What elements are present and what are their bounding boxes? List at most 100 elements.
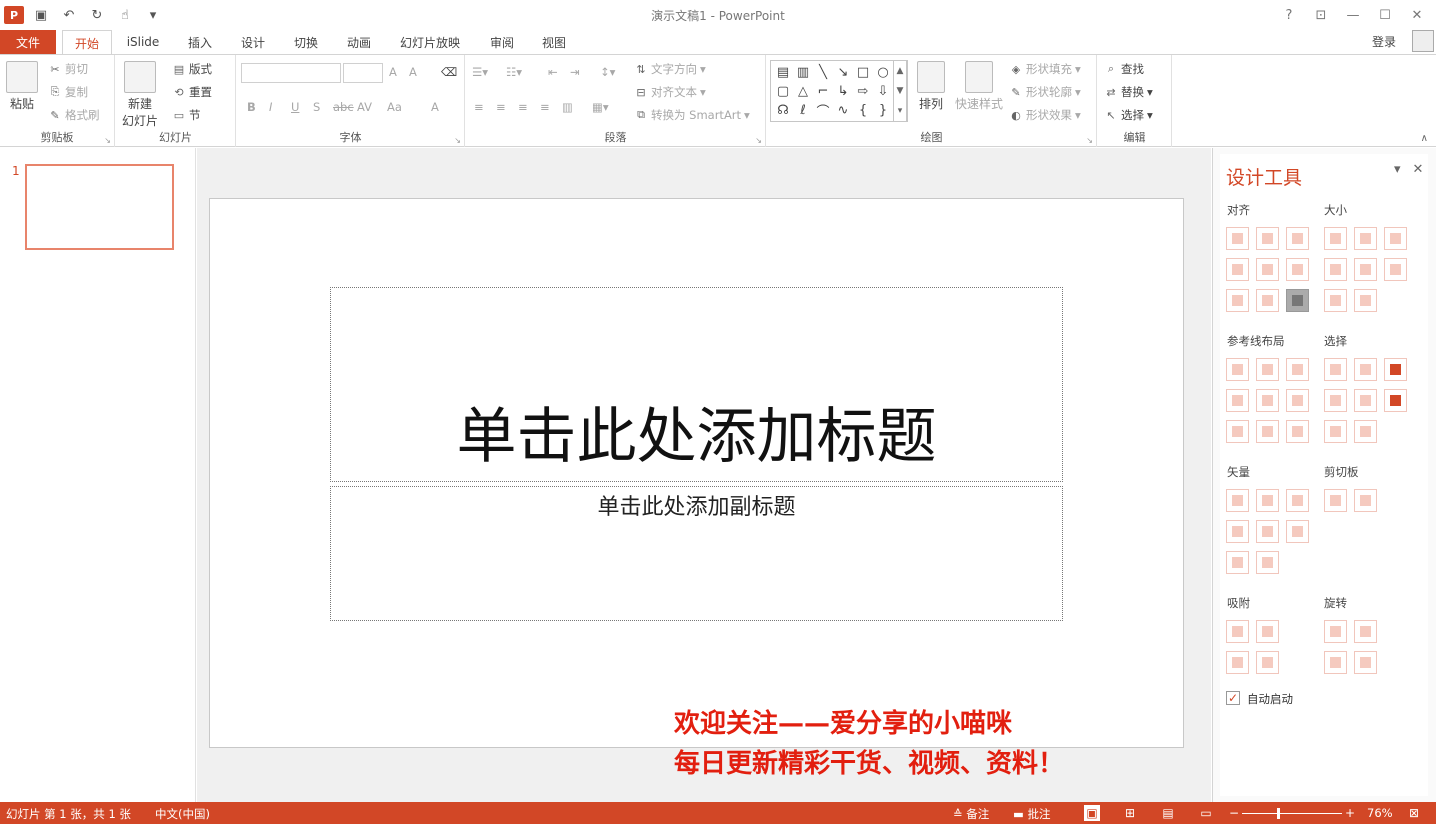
shape-fill-button[interactable]: ◈ 形状填充 ▾	[1009, 61, 1081, 77]
guide-right-tool[interactable]	[1286, 358, 1309, 381]
normal-view-icon[interactable]: ▣	[1084, 805, 1100, 821]
underline-button[interactable]: U	[291, 100, 299, 114]
copy-tool-icon[interactable]	[1324, 489, 1347, 512]
line-spacing-icon[interactable]: ↕▾	[600, 65, 615, 79]
section-button[interactable]: ▭ 节	[172, 107, 201, 123]
paste-tool-icon[interactable]	[1354, 489, 1377, 512]
close-icon[interactable]: ✕	[1404, 4, 1430, 26]
right-arrow-icon[interactable]: ⇨	[853, 82, 873, 101]
rectangle-shape-icon[interactable]: □	[853, 63, 873, 82]
oval-shape-icon[interactable]: ○	[873, 63, 893, 82]
size-tool-6[interactable]	[1384, 258, 1407, 281]
bullets-icon[interactable]: ☰▾	[472, 65, 488, 79]
auto-start-checkbox[interactable]: ✓	[1226, 691, 1240, 705]
guide-tool-7[interactable]	[1226, 420, 1249, 443]
dialog-launcher-icon[interactable]: ↘	[104, 136, 111, 145]
zoom-level[interactable]: 76%	[1367, 806, 1393, 820]
size-tool-5[interactable]	[1354, 258, 1377, 281]
select-cursor-icon[interactable]	[1384, 389, 1407, 412]
tab-review[interactable]: 审阅	[478, 30, 526, 54]
size-tool-7[interactable]	[1324, 289, 1347, 312]
replace-button[interactable]: ⇄ 替换 ▾	[1104, 84, 1152, 100]
vector-subtract-tool[interactable]	[1256, 520, 1279, 543]
slide-sorter-icon[interactable]: ⊞	[1122, 805, 1138, 821]
title-placeholder[interactable]: 单击此处添加标题	[330, 287, 1063, 482]
align-top-tool[interactable]	[1226, 258, 1249, 281]
copy-button[interactable]: ⎘ 复制	[48, 84, 88, 100]
align-options-tool[interactable]	[1286, 289, 1309, 312]
reset-button[interactable]: ⟲ 重置	[172, 84, 212, 100]
same-width-tool[interactable]	[1324, 227, 1347, 250]
tab-islide[interactable]: iSlide	[118, 30, 168, 54]
guide-middle-tool[interactable]	[1256, 389, 1279, 412]
minimize-icon[interactable]: —	[1340, 4, 1366, 26]
same-height-tool[interactable]	[1354, 227, 1377, 250]
brace-left-icon[interactable]: {	[853, 101, 873, 120]
gallery-scroll-icon[interactable]: ▲ ▼ ▾	[893, 60, 907, 122]
align-right-tool[interactable]	[1286, 227, 1309, 250]
align-bottom-tool[interactable]	[1286, 258, 1309, 281]
align-left-icon[interactable]: ≡	[474, 100, 484, 114]
font-size-dropdown[interactable]	[343, 63, 383, 83]
subtitle-placeholder[interactable]: 单击此处添加副标题	[330, 486, 1063, 621]
guide-tool-9[interactable]	[1286, 420, 1309, 443]
vector-intersect-tool[interactable]	[1226, 520, 1249, 543]
format-painter-button[interactable]: ✎ 格式刷	[48, 107, 99, 123]
pane-close-icon[interactable]: ✕	[1413, 162, 1424, 177]
vector-union-tool[interactable]	[1226, 489, 1249, 512]
shapes-gallery[interactable]: ▤ ▥ ╲ ↘ □ ○ ▢ △ ⌐ ↳ ⇨ ⇩ ☊ ℓ ⌒ ∿{}	[770, 60, 908, 122]
align-text-button[interactable]: ⊟ 对齐文本 ▾	[634, 84, 705, 100]
notes-button[interactable]: ≙ 备注	[953, 806, 989, 822]
char-spacing-button[interactable]: AV	[357, 100, 372, 114]
rounded-rect-icon[interactable]: ▢	[773, 82, 793, 101]
tab-insert[interactable]: 插入	[176, 30, 224, 54]
paste-button[interactable]: 粘贴	[6, 61, 38, 112]
select-tool-7[interactable]	[1324, 420, 1347, 443]
align-right-icon[interactable]: ≡	[518, 100, 528, 114]
help-icon[interactable]: ?	[1276, 4, 1302, 26]
dialog-launcher-icon[interactable]: ↘	[454, 136, 461, 145]
snap-tool-1[interactable]	[1226, 620, 1249, 643]
language-indicator[interactable]: 中文(中国)	[155, 806, 210, 822]
smartart-button[interactable]: ⧉ 转换为 SmartArt ▾	[634, 107, 750, 123]
bold-button[interactable]: B	[247, 100, 256, 114]
rotate-tool-4[interactable]	[1354, 651, 1377, 674]
change-case-button[interactable]: Aa	[387, 100, 402, 114]
same-size-tool[interactable]	[1384, 227, 1407, 250]
arc-icon[interactable]: ⌒	[813, 101, 833, 120]
pane-options-icon[interactable]: ▾	[1394, 162, 1401, 177]
arrange-button[interactable]: 排列	[917, 61, 945, 112]
guide-bottom-tool[interactable]	[1286, 389, 1309, 412]
avatar[interactable]	[1412, 30, 1434, 52]
distribute-vertical-tool[interactable]	[1256, 289, 1279, 312]
grow-font-button[interactable]: A	[389, 65, 397, 79]
zoom-slider-thumb[interactable]	[1277, 808, 1280, 819]
distribute-horizontal-tool[interactable]	[1226, 289, 1249, 312]
triangle-shape-icon[interactable]: △	[793, 82, 813, 101]
snap-tool-2[interactable]	[1256, 620, 1279, 643]
font-name-dropdown[interactable]	[241, 63, 341, 83]
columns-icon[interactable]: ▦▾	[592, 100, 609, 114]
snap-tool-3[interactable]	[1226, 651, 1249, 674]
layout-button[interactable]: ▤ 版式	[172, 61, 212, 77]
increase-indent-icon[interactable]: ⇥	[570, 65, 580, 79]
down-arrow-icon[interactable]: ⇩	[873, 82, 893, 101]
guide-tool-8[interactable]	[1256, 420, 1279, 443]
vector-combine-tool[interactable]	[1256, 489, 1279, 512]
tab-transitions[interactable]: 切换	[282, 30, 330, 54]
text-tool-icon[interactable]	[1226, 551, 1249, 574]
select-tool-5[interactable]	[1354, 389, 1377, 412]
line-shape-icon[interactable]: ╲	[813, 63, 833, 82]
zoom-out-icon[interactable]: −	[1226, 805, 1242, 821]
italic-button[interactable]: I	[269, 100, 272, 114]
size-tool-8[interactable]	[1354, 289, 1377, 312]
tab-animations[interactable]: 动画	[335, 30, 383, 54]
tab-view[interactable]: 视图	[530, 30, 578, 54]
scribble-icon[interactable]: ℓ	[793, 101, 813, 120]
freeform-icon[interactable]: ☊	[773, 101, 793, 120]
numbering-icon[interactable]: ☷▾	[506, 65, 522, 79]
guide-center-tool[interactable]	[1256, 358, 1279, 381]
size-tool-4[interactable]	[1324, 258, 1347, 281]
curve-icon[interactable]: ∿	[833, 101, 853, 120]
vertical-textbox-icon[interactable]: ▥	[793, 63, 813, 82]
